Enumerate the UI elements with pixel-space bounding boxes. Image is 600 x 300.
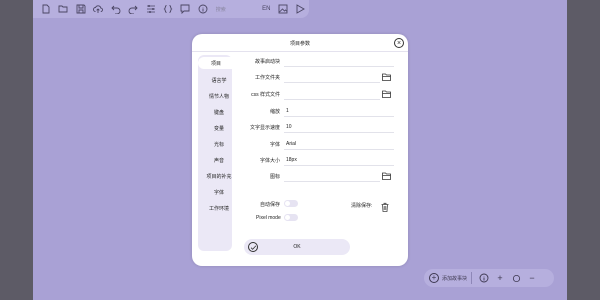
autosave-toggle[interactable] (284, 200, 298, 207)
font-size-field[interactable]: 18px (284, 154, 394, 166)
autosave-label: 自动保存 (260, 202, 281, 208)
zoom-reset-icon[interactable] (508, 270, 524, 286)
add-story-block-label: 添加故事块 (442, 275, 468, 282)
ok-button[interactable]: OK (244, 239, 350, 255)
close-icon[interactable]: × (394, 38, 404, 48)
code-braces-icon[interactable] (159, 1, 176, 17)
zoom-row: 缩放 1 (236, 105, 398, 117)
folder-icon[interactable] (380, 88, 392, 100)
work-folder-row: 工作文件夹 (236, 71, 398, 83)
undo-icon[interactable] (107, 1, 124, 17)
font-size-label: 字体大小 (259, 158, 280, 164)
start-block-row: 故事启动块 (236, 55, 398, 67)
pixel-mode-toggle[interactable] (284, 214, 298, 221)
zoom-field[interactable]: 1 (284, 105, 394, 117)
text-speed-row: 文字显示速度 10 (236, 121, 398, 133)
sidebar-item-fonts[interactable]: 字体 (198, 186, 240, 198)
sidebar-item-keyboard[interactable]: 键盘 (198, 106, 240, 118)
ok-button-label: OK (293, 244, 301, 250)
project-settings-dialog: 项目参数 × 项目 语言学 情节人物 键盘 变量 光标 声音 项目的补充 字体 … (192, 34, 408, 266)
new-file-icon[interactable] (37, 1, 54, 17)
start-block-field[interactable] (284, 55, 394, 67)
font-size-row: 字体大小 18px (236, 154, 398, 166)
divider (471, 272, 473, 284)
info-icon[interactable] (194, 1, 211, 17)
top-toolbar: 搜索 EN (33, 0, 309, 18)
dialog-title: 项目参数 (289, 41, 310, 47)
start-block-label: 故事启动块 (254, 59, 280, 65)
folder-icon[interactable] (380, 71, 392, 83)
sliders-icon[interactable] (142, 1, 159, 17)
search-input[interactable]: 搜索 (212, 3, 255, 15)
play-icon[interactable] (292, 1, 309, 17)
image-icon[interactable] (274, 1, 291, 17)
cloud-upload-icon[interactable] (89, 1, 106, 17)
sidebar-item-cursor[interactable]: 光标 (198, 138, 240, 150)
zoom-in-icon[interactable]: + (492, 270, 508, 286)
plus-circle-icon: + (429, 273, 439, 283)
comment-icon[interactable] (177, 1, 194, 17)
language-toggle[interactable]: EN (259, 6, 275, 12)
open-folder-icon[interactable] (54, 1, 71, 17)
zoom-out-icon[interactable]: − (524, 270, 540, 286)
add-story-block-button[interactable]: + 添加故事块 (429, 273, 467, 283)
text-speed-field[interactable]: 10 (284, 121, 394, 133)
info-icon[interactable] (476, 270, 492, 286)
text-speed-label: 文字显示速度 (249, 125, 280, 131)
css-file-row: css 样式文件 (236, 88, 398, 100)
trash-icon[interactable] (380, 199, 390, 212)
sidebar-item-project-extras[interactable]: 项目的补充 (198, 170, 240, 182)
settings-sidebar: 项目 语言学 情节人物 键盘 变量 光标 声音 项目的补充 字体 工作环境 (198, 55, 234, 251)
redo-icon[interactable] (124, 1, 141, 17)
font-label: 字体 (269, 142, 280, 148)
sidebar-item-sound[interactable]: 声音 (198, 154, 240, 166)
icon-label: 图标 (269, 174, 280, 180)
font-field[interactable]: Arial (284, 138, 394, 150)
toggle-knob (285, 201, 290, 206)
divider (192, 51, 408, 52)
icon-row: 图标 (236, 170, 398, 182)
font-row: 字体 Arial (236, 138, 398, 150)
sidebar-item-work-environment[interactable]: 工作环境 (198, 202, 240, 214)
sidebar-item-variables[interactable]: 变量 (198, 122, 240, 134)
folder-icon[interactable] (380, 170, 392, 182)
sidebar-item-linguistics[interactable]: 语言学 (198, 74, 240, 86)
work-folder-label: 工作文件夹 (254, 75, 280, 81)
sidebar-item-project[interactable]: 项目 (198, 57, 234, 69)
save-icon[interactable] (72, 1, 89, 17)
css-file-field[interactable] (284, 88, 380, 100)
clear-save-label: 清除保存: (351, 203, 373, 209)
zoom-label: 缩放 (269, 109, 280, 115)
sidebar-item-characters[interactable]: 情节人物 (198, 90, 240, 102)
bottom-toolbar: + 添加故事块 + − (424, 269, 554, 287)
css-file-label: css 样式文件 (251, 92, 280, 98)
work-folder-field[interactable] (284, 71, 380, 83)
icon-field[interactable] (284, 170, 380, 182)
toggle-knob (285, 215, 290, 220)
pixel-mode-label: Pixel mode (256, 215, 281, 221)
